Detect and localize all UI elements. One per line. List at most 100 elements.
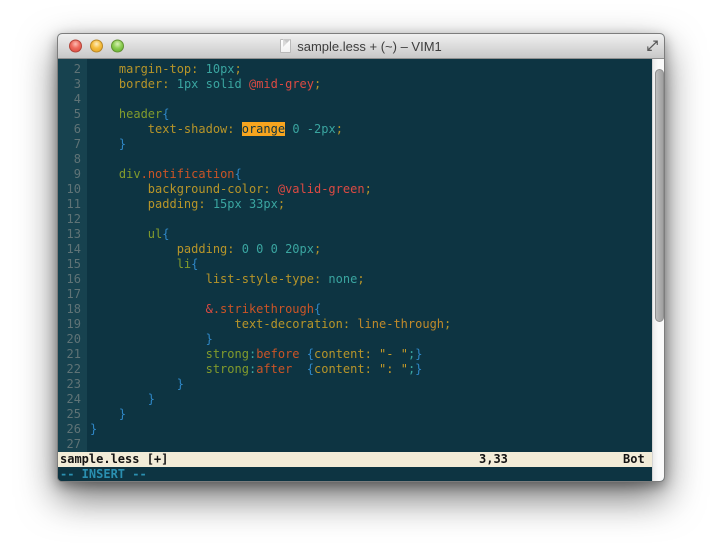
code-text: strong:after {content: ": ";} [87,362,652,377]
code-line[interactable]: 20 } [58,332,652,347]
scrollbar-thumb[interactable] [655,69,664,322]
editor-main[interactable]: 2 margin-top: 10px;3 border: 1px solid @… [58,59,652,482]
code-text: margin-top: 10px; [87,62,652,77]
statusline-ruler: 3,33 [479,452,508,467]
code-line[interactable]: 9 div.notification{ [58,167,652,182]
vim-statusline: sample.less [+] 3,33 Bot [58,452,652,467]
code-text: text-shadow: orange 0 -2px; [87,122,652,137]
line-number: 14 [58,242,87,257]
code-text [87,287,652,302]
code-text: background-color: @valid-green; [87,182,652,197]
code-line[interactable]: 8 [58,152,652,167]
line-number: 12 [58,212,87,227]
desktop: { "window": { "title": "sample.less + (~… [0,0,720,559]
code-line[interactable]: 15 li{ [58,257,652,272]
window-title: sample.less + (~) – VIM1 [297,39,442,54]
statusline-filename: sample.less [+] [60,452,168,467]
code-area[interactable]: 2 margin-top: 10px;3 border: 1px solid @… [58,62,652,452]
line-number: 10 [58,182,87,197]
code-line[interactable]: 27 [58,437,652,452]
code-text [87,92,652,107]
code-text: list-style-type: none; [87,272,652,287]
line-number: 2 [58,62,87,77]
code-line[interactable]: 4 [58,92,652,107]
line-number: 9 [58,167,87,182]
vim-mode-indicator: -- INSERT -- [60,467,147,482]
code-line[interactable]: 24 } [58,392,652,407]
line-number: 21 [58,347,87,362]
code-line[interactable]: 21 strong:before {content: "- ";} [58,347,652,362]
scrollbar-track[interactable] [652,59,665,482]
line-number: 17 [58,287,87,302]
statusline-position: Bot [623,452,645,467]
code-text: } [87,392,652,407]
terminal-content: 2 margin-top: 10px;3 border: 1px solid @… [58,59,664,482]
line-number: 8 [58,152,87,167]
line-number: 27 [58,437,87,452]
line-number: 6 [58,122,87,137]
code-text: div.notification{ [87,167,652,182]
code-line[interactable]: 5 header{ [58,107,652,122]
code-text: } [87,332,652,347]
window-title-group: sample.less + (~) – VIM1 [280,39,442,54]
line-number: 19 [58,317,87,332]
line-number: 26 [58,422,87,437]
code-line[interactable]: 7 } [58,137,652,152]
line-number: 3 [58,77,87,92]
line-number: 15 [58,257,87,272]
search-highlight: orange [242,122,285,136]
code-line[interactable]: 23 } [58,377,652,392]
code-text [87,152,652,167]
code-text: &.strikethrough{ [87,302,652,317]
window-titlebar[interactable]: sample.less + (~) – VIM1 ⤢ [58,34,664,59]
code-line[interactable]: 13 ul{ [58,227,652,242]
line-number: 13 [58,227,87,242]
code-line[interactable]: 11 padding: 15px 33px; [58,197,652,212]
code-line[interactable]: 6 text-shadow: orange 0 -2px; [58,122,652,137]
code-line[interactable]: 22 strong:after {content: ": ";} [58,362,652,377]
code-text: } [87,377,652,392]
line-number: 11 [58,197,87,212]
code-line[interactable]: 17 [58,287,652,302]
code-text [87,212,652,227]
code-text: border: 1px solid @mid-grey; [87,77,652,92]
code-line[interactable]: 3 border: 1px solid @mid-grey; [58,77,652,92]
code-text: strong:before {content: "- ";} [87,347,652,362]
code-text: li{ [87,257,652,272]
close-button[interactable] [69,40,82,53]
code-text: } [87,422,652,437]
vim-terminal-window: sample.less + (~) – VIM1 ⤢ 2 margin-top:… [57,33,665,482]
line-number: 7 [58,137,87,152]
fullscreen-arrows-icon[interactable]: ⤢ [647,39,658,53]
line-number: 22 [58,362,87,377]
line-number: 18 [58,302,87,317]
traffic-lights [69,40,124,53]
code-line[interactable]: 2 margin-top: 10px; [58,62,652,77]
code-text: ul{ [87,227,652,242]
code-line[interactable]: 18 &.strikethrough{ [58,302,652,317]
code-text: text-decoration: line-through; [87,317,652,332]
line-number: 5 [58,107,87,122]
code-line[interactable]: 25 } [58,407,652,422]
line-number: 25 [58,407,87,422]
line-number: 20 [58,332,87,347]
code-text [87,437,652,452]
line-number: 16 [58,272,87,287]
code-text: } [87,407,652,422]
code-line[interactable]: 12 [58,212,652,227]
code-text: padding: 0 0 0 20px; [87,242,652,257]
code-text: header{ [87,107,652,122]
line-number: 4 [58,92,87,107]
minimize-button[interactable] [90,40,103,53]
code-text: } [87,137,652,152]
code-line[interactable]: 16 list-style-type: none; [58,272,652,287]
code-line[interactable]: 10 background-color: @valid-green; [58,182,652,197]
line-number: 23 [58,377,87,392]
document-icon [280,39,291,53]
zoom-button[interactable] [111,40,124,53]
code-line[interactable]: 14 padding: 0 0 0 20px; [58,242,652,257]
line-number: 24 [58,392,87,407]
code-text: padding: 15px 33px; [87,197,652,212]
code-line[interactable]: 26} [58,422,652,437]
code-line[interactable]: 19 text-decoration: line-through; [58,317,652,332]
